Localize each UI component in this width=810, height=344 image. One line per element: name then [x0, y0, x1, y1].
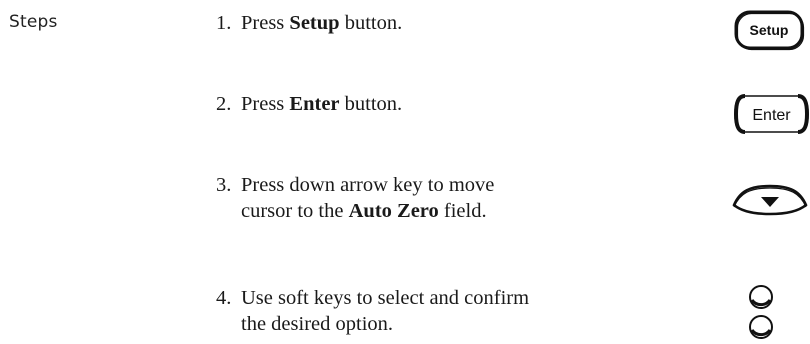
setup-key-icon: Setup — [734, 10, 805, 51]
step-text-pre: Press — [241, 93, 290, 115]
step-text-line1: Use soft keys to select and confirm — [241, 287, 530, 309]
soft-keys-icon — [746, 282, 776, 344]
step-3: 3. Press down arrow key to move cursor to … — [216, 172, 571, 224]
step-text-line2-pre: cursor to the — [241, 200, 349, 222]
step-text-line2: the desired option. — [241, 313, 394, 335]
step-number: 1. — [216, 12, 232, 34]
step-text-line1: Press down arrow key to move — [241, 174, 495, 196]
step-number: 3. — [216, 174, 232, 196]
step-text-pre: Press — [241, 12, 290, 34]
enter-key-label: Enter — [752, 107, 791, 124]
step-2: 2. Press Enter button. — [216, 91, 571, 117]
down-arrow-key-icon — [730, 183, 810, 217]
field-name: Auto Zero — [348, 200, 439, 222]
step-4: 4. Use soft keys to select and confirm the… — [216, 285, 571, 337]
button-name: Setup — [289, 12, 340, 34]
button-name: Enter — [289, 93, 340, 115]
step-1: 1. Press Setup button. — [216, 10, 571, 36]
step-text-line2-post: field. — [438, 200, 487, 222]
step-number: 2. — [216, 93, 232, 115]
step-text-post: button. — [339, 12, 403, 34]
setup-key-label: Setup — [750, 22, 789, 38]
section-label: Steps — [9, 12, 58, 32]
step-text-post: button. — [339, 93, 403, 115]
enter-key-icon: Enter — [733, 93, 810, 135]
step-number: 4. — [216, 287, 232, 309]
